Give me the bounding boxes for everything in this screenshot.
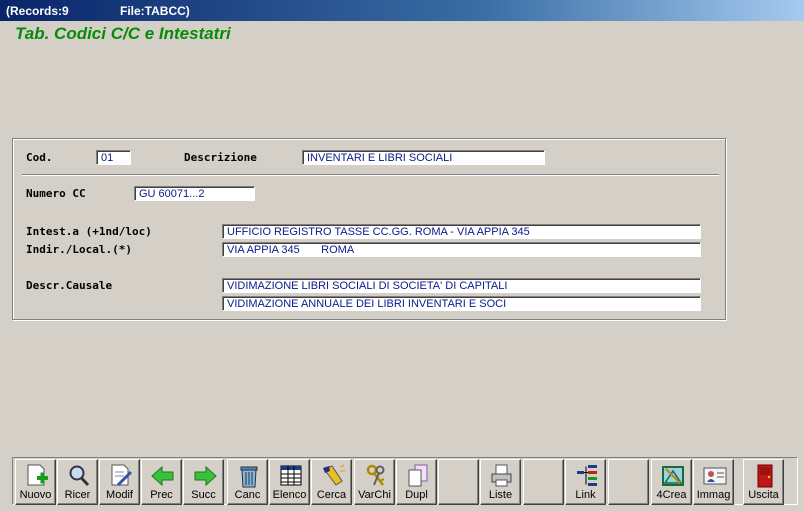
descrizione-label: Descrizione	[184, 151, 257, 164]
uscita-button[interactable]: Uscita	[743, 459, 784, 505]
varchi-button[interactable]: VarChi	[354, 459, 395, 505]
design-tools-icon	[662, 466, 684, 486]
canc-button[interactable]: Canc	[227, 459, 268, 505]
succ-button[interactable]: Succ	[183, 459, 224, 505]
printer-icon	[491, 464, 512, 487]
dupl-button[interactable]: Dupl	[396, 459, 437, 505]
panel-separator	[22, 174, 719, 176]
nuovo-button[interactable]: Nuovo	[15, 459, 56, 505]
empty-toolbar-slot	[608, 459, 649, 505]
causale-label: Descr.Causale	[26, 279, 113, 292]
cod-field[interactable]: 01	[96, 150, 131, 165]
arrow-right-icon	[194, 465, 217, 487]
exit-door-icon	[757, 464, 773, 488]
succ-label: Succ	[191, 489, 216, 501]
id-card-icon	[703, 467, 727, 485]
prec-label: Prec	[150, 489, 173, 501]
records-count: (Records:9	[6, 4, 69, 18]
immag-label: Immag	[696, 489, 731, 501]
intestatario-label: Intest.a (+1nd/loc)	[26, 225, 152, 238]
elenco-button[interactable]: Elenco	[269, 459, 310, 505]
immag-button[interactable]: Immag	[693, 459, 734, 505]
varchi-label: VarChi	[358, 489, 391, 501]
causale-field-1[interactable]: VIDIMAZIONE LIBRI SOCIALI DI SOCIETA' DI…	[222, 278, 701, 293]
uscita-label: Uscita	[748, 489, 779, 501]
empty-toolbar-slot	[438, 459, 479, 505]
keys-icon	[366, 464, 385, 486]
ricer-button[interactable]: Ricer	[57, 459, 98, 505]
causale-field-2[interactable]: VIDIMAZIONE ANNUALE DEI LIBRI INVENTARI …	[222, 296, 701, 311]
canc-label: Canc	[234, 489, 261, 501]
flashlight-icon	[323, 464, 345, 486]
indirizzo-label: Indir./Local.(*)	[26, 243, 132, 256]
crea4-label: 4Crea	[656, 489, 687, 501]
duplicate-icon	[408, 464, 428, 487]
cerca-label: Cerca	[316, 489, 347, 501]
modif-label: Modif	[106, 489, 133, 501]
link-button[interactable]: Link	[565, 459, 606, 505]
crea4-button[interactable]: 4Crea	[651, 459, 692, 505]
trash-icon	[240, 466, 258, 488]
table-grid-icon	[280, 465, 302, 486]
cerca-button[interactable]: Cerca	[311, 459, 352, 505]
window-titlebar[interactable]: (Records:9 File:TABCC)	[0, 0, 804, 21]
file-name: File:TABCC)	[120, 4, 190, 18]
liste-button[interactable]: Liste	[480, 459, 521, 505]
magnifier-icon	[69, 465, 90, 487]
nuovo-label: Nuovo	[19, 489, 52, 501]
descrizione-field[interactable]: INVENTARI E LIBRI SOCIALI	[302, 150, 545, 165]
empty-toolbar-slot	[523, 459, 564, 505]
cod-label: Cod.	[26, 151, 53, 164]
dupl-label: Dupl	[405, 489, 428, 501]
arrow-left-icon	[151, 465, 174, 487]
intestatario-field[interactable]: UFFICIO REGISTRO TASSE CC.GG. ROMA - VIA…	[222, 224, 701, 239]
prec-button[interactable]: Prec	[141, 459, 182, 505]
edit-document-icon	[111, 464, 133, 487]
form-title: Tab. Codici C/C e Intestatri	[15, 24, 231, 43]
ricer-label: Ricer	[64, 489, 91, 501]
liste-label: Liste	[488, 489, 513, 501]
link-label: Link	[575, 489, 596, 501]
new-document-icon	[27, 464, 48, 486]
numero-cc-label: Numero CC	[26, 187, 86, 200]
numero-cc-field[interactable]: GU 60071...2	[134, 186, 255, 201]
modif-button[interactable]: Modif	[99, 459, 140, 505]
indirizzo-field[interactable]: VIA APPIA 345 ROMA	[222, 242, 701, 257]
elenco-label: Elenco	[272, 489, 307, 501]
link-hierarchy-icon	[577, 465, 597, 486]
